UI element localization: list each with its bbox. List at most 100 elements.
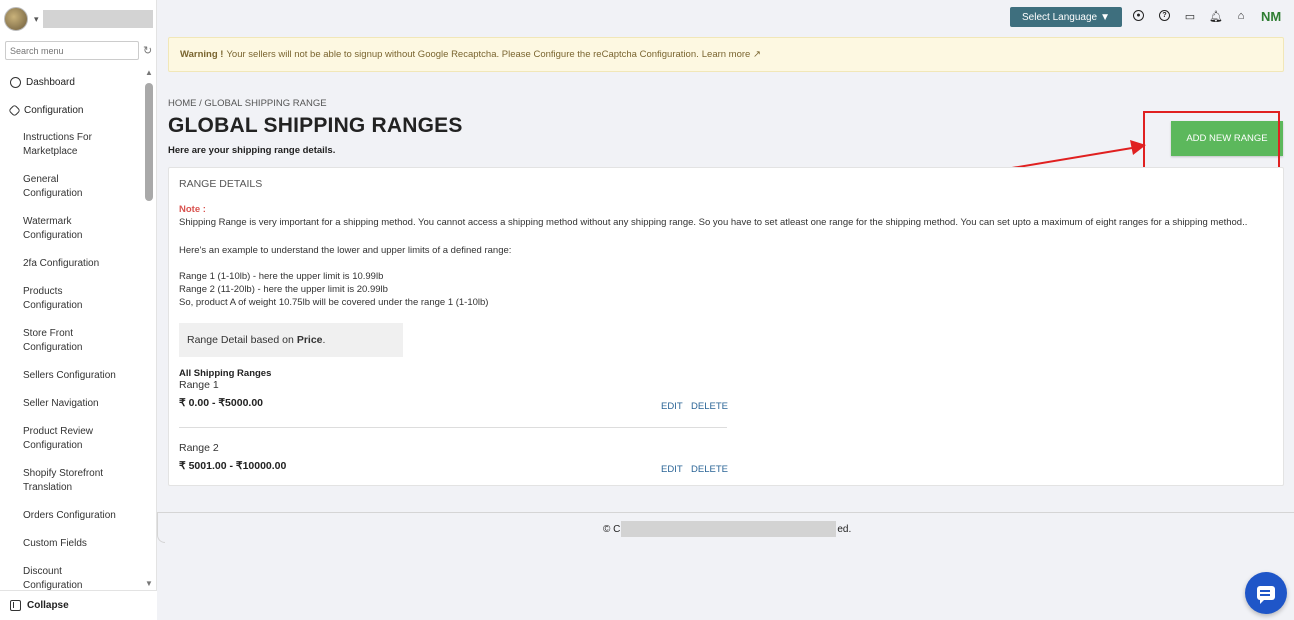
sidebar-subitem-label: Discount Configuration: [23, 565, 82, 590]
sidebar-subitem-label: Orders Configuration: [23, 509, 116, 523]
learn-more-link[interactable]: Learn more ↗: [702, 49, 761, 60]
all-ranges-heading: All Shipping Ranges: [179, 368, 272, 379]
sidebar-subitem-label: 2fa Configuration: [23, 257, 99, 271]
store-icon[interactable]: ⌂: [1235, 10, 1247, 22]
footer-divider: [157, 512, 1294, 513]
scroll-up-icon[interactable]: ▲: [145, 68, 153, 77]
sidebar-subitem-line: Discount: [23, 566, 62, 577]
sidebar-subitem-line: Orders Configuration: [23, 510, 116, 521]
range-name: Range 1: [179, 379, 219, 391]
range-name: Range 2: [179, 442, 219, 454]
breadcrumb-separator: /: [199, 98, 202, 109]
sidebar-subitem[interactable]: Orders Configuration: [0, 502, 143, 530]
sidebar-item-dashboard[interactable]: Dashboard: [0, 68, 143, 96]
note-label: Note :: [179, 204, 206, 215]
page-subtitle: Here are your shipping range details.: [168, 145, 336, 156]
account-circle-icon[interactable]: ●: [1133, 10, 1144, 21]
scrollbar-thumb[interactable]: [145, 83, 153, 201]
range-value: ₹ 5001.00 - ₹10000.00: [179, 460, 287, 472]
sidebar-subitem[interactable]: Product Review Configuration: [0, 418, 143, 460]
sidebar-subitem-line: Translation: [23, 482, 73, 493]
sidebar-subitem-line: Sellers Configuration: [23, 370, 116, 381]
chat-icon: [1257, 586, 1275, 604]
sidebar-item-label: Dashboard: [26, 76, 75, 88]
sidebar-subitem-line: General: [23, 174, 59, 185]
recaptcha-warning: Warning ! Your sellers will not be able …: [168, 37, 1284, 72]
sidebar-subitem-line: 2fa Configuration: [23, 258, 100, 269]
sidebar-subitem-label: Watermark Configuration: [23, 215, 82, 243]
select-language-button[interactable]: Select Language ▼: [1010, 7, 1122, 27]
sidebar-subitem-line: Seller Navigation: [23, 398, 99, 409]
sidebar-subitem[interactable]: Shopify Storefront Translation: [0, 460, 143, 502]
range-value: ₹ 0.00 - ₹5000.00: [179, 397, 263, 409]
bell-icon[interactable]: 🔔︎: [1209, 10, 1223, 23]
edit-range-link[interactable]: EDIT: [661, 464, 683, 475]
delete-range-link[interactable]: DELETE: [691, 464, 728, 475]
basis-prefix: Range Detail based on: [187, 334, 294, 346]
delete-range-link[interactable]: DELETE: [691, 401, 728, 412]
sidebar-subitem-label: Sellers Configuration: [23, 369, 116, 383]
sidebar-subitem-line: Shopify Storefront: [23, 468, 104, 479]
feedback-icon[interactable]: ▭: [1184, 10, 1196, 23]
range-basis-box: Range Detail based on Price .: [179, 323, 403, 357]
sidebar-subitem[interactable]: Seller Navigation: [0, 390, 143, 418]
sidebar-item-configuration[interactable]: Configuration: [0, 96, 143, 124]
sidebar-scrollbar[interactable]: ▲ ▼: [143, 68, 155, 590]
collapse-label: Collapse: [27, 600, 69, 611]
sidebar-subitem-line: Marketplace: [23, 146, 78, 157]
collapse-button[interactable]: Collapse: [0, 590, 157, 620]
footer-copyright: © C ed.: [603, 521, 851, 537]
dashboard-icon: [10, 76, 21, 88]
caret-down-icon: ▼: [1100, 11, 1110, 23]
sidebar-subitem-label: Store Front Configuration: [23, 327, 82, 355]
chevron-down-icon[interactable]: ▾: [34, 14, 39, 25]
sidebar-subitem[interactable]: Products Configuration: [0, 278, 143, 320]
sidebar-subitem[interactable]: General Configuration: [0, 166, 143, 208]
warning-text: Your sellers will not be able to signup …: [226, 49, 699, 60]
sidebar-subitem-label: Products Configuration: [23, 285, 82, 313]
sidebar-subitem[interactable]: Custom Fields: [0, 530, 143, 558]
sidebar-menu: Dashboard Configuration Instructions For…: [0, 68, 143, 590]
store-logo[interactable]: [4, 7, 28, 31]
sidebar-subitem[interactable]: Watermark Configuration: [0, 208, 143, 250]
menu-search: ↻: [5, 41, 155, 60]
sidebar-subitem-line: Product Review: [23, 426, 94, 437]
range-divider: [179, 427, 727, 428]
sidebar-header: ▾: [0, 0, 156, 38]
example-line: So, product A of weight 10.75lb will be …: [179, 297, 489, 308]
footer-suffix: ed.: [837, 523, 852, 535]
chat-support-button[interactable]: [1245, 572, 1287, 614]
scroll-down-icon[interactable]: ▼: [145, 579, 153, 588]
sidebar-subitem-line: Configuration: [23, 440, 83, 451]
sidebar-subitem[interactable]: Store Front Configuration: [0, 320, 143, 362]
search-input[interactable]: [5, 41, 139, 60]
note-text: Shipping Range is very important for a s…: [179, 217, 1248, 228]
learn-more-label: Learn more: [701, 49, 751, 60]
sidebar-subitem-line: Configuration: [23, 300, 83, 311]
sidebar-subitem-line: Custom Fields: [23, 538, 87, 549]
sidebar-subitem[interactable]: Sellers Configuration: [0, 362, 143, 390]
collapse-icon: [10, 600, 21, 611]
sidebar-subitem-label: Custom Fields: [23, 537, 87, 551]
edit-range-link[interactable]: EDIT: [661, 401, 683, 412]
configuration-submenu: Instructions For Marketplace General Config…: [0, 124, 143, 590]
sidebar-subitem[interactable]: Instructions For Marketplace: [0, 124, 143, 166]
sidebar-subitem-line: Configuration: [23, 188, 83, 199]
sidebar-subitem-label: Shopify Storefront Translation: [23, 467, 103, 495]
sidebar-subitem-line: Configuration: [23, 342, 83, 353]
sidebar-subitem[interactable]: Discount Configuration: [0, 558, 143, 590]
settings-icon: [8, 103, 21, 117]
footer-prefix: © C: [603, 523, 621, 535]
footer-redacted: [621, 521, 837, 537]
sidebar-subitem-label: Instructions For Marketplace: [23, 131, 92, 159]
example-line: Range 1 (1-10lb) - here the upper limit …: [179, 271, 384, 282]
help-icon[interactable]: ?: [1159, 10, 1170, 21]
range-details-card: RANGE DETAILS Note : Shipping Range is v…: [168, 167, 1284, 486]
user-initials-avatar[interactable]: NM: [1261, 9, 1281, 24]
sidebar-subitem[interactable]: 2fa Configuration: [0, 250, 143, 278]
footer-corner: [157, 513, 165, 543]
breadcrumb-home[interactable]: HOME: [168, 98, 197, 109]
sidebar-subitem-line: Configuration: [23, 230, 83, 241]
sidebar-item-label: Configuration: [24, 104, 84, 116]
refresh-icon[interactable]: ↻: [143, 44, 152, 57]
